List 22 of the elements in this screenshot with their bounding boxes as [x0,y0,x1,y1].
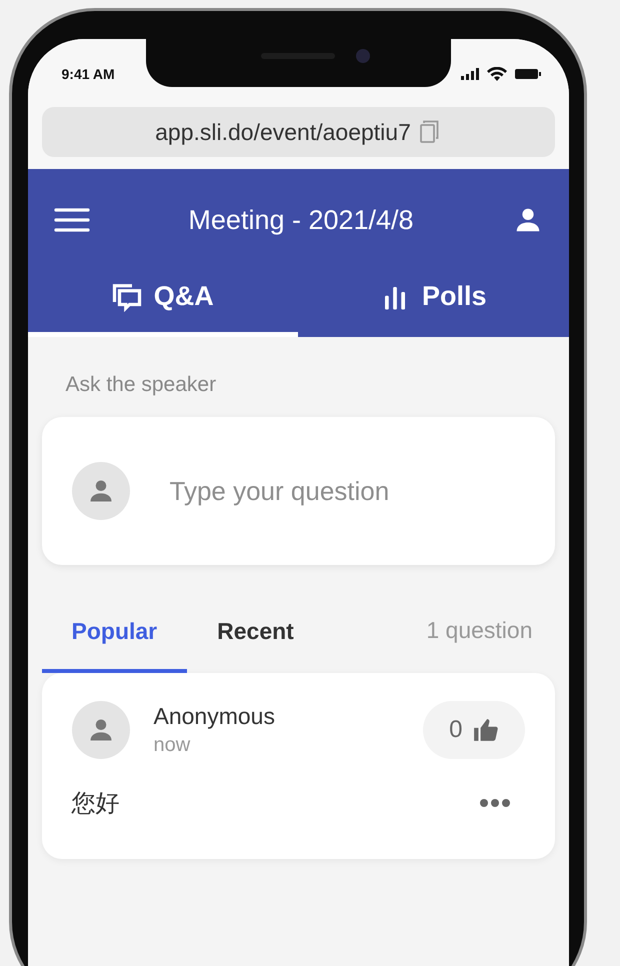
question-text: 您好 [72,789,120,819]
more-button[interactable] [478,798,510,808]
nav-tab[interactable]: Q&A [28,271,298,337]
address-bar[interactable]: app.sli.do/event/aoeptiu7 [42,107,554,157]
menu-icon[interactable] [54,207,90,233]
signal-icon [460,68,478,80]
question-time: now [154,734,192,757]
more-icon [478,798,510,808]
status-time: 9:41 AM [62,66,115,82]
battery-icon [514,68,540,80]
sort-tab[interactable]: Recent [187,618,324,673]
author-name: Anonymous [154,703,276,730]
chat-icon [112,282,142,312]
ask-label: Ask the speaker [66,373,218,397]
event-title: Meeting - 2021/4/8 [188,204,414,236]
nav-tab[interactable]: Polls [298,271,568,337]
like-button[interactable]: 0 [423,701,524,759]
thumbs-up-icon [472,717,498,743]
url-text: app.sli.do/event/aoeptiu7 [155,118,411,146]
wifi-icon [486,67,506,81]
question-count: 1 question [426,617,534,645]
question-input-field[interactable]: Type your question [168,474,524,508]
